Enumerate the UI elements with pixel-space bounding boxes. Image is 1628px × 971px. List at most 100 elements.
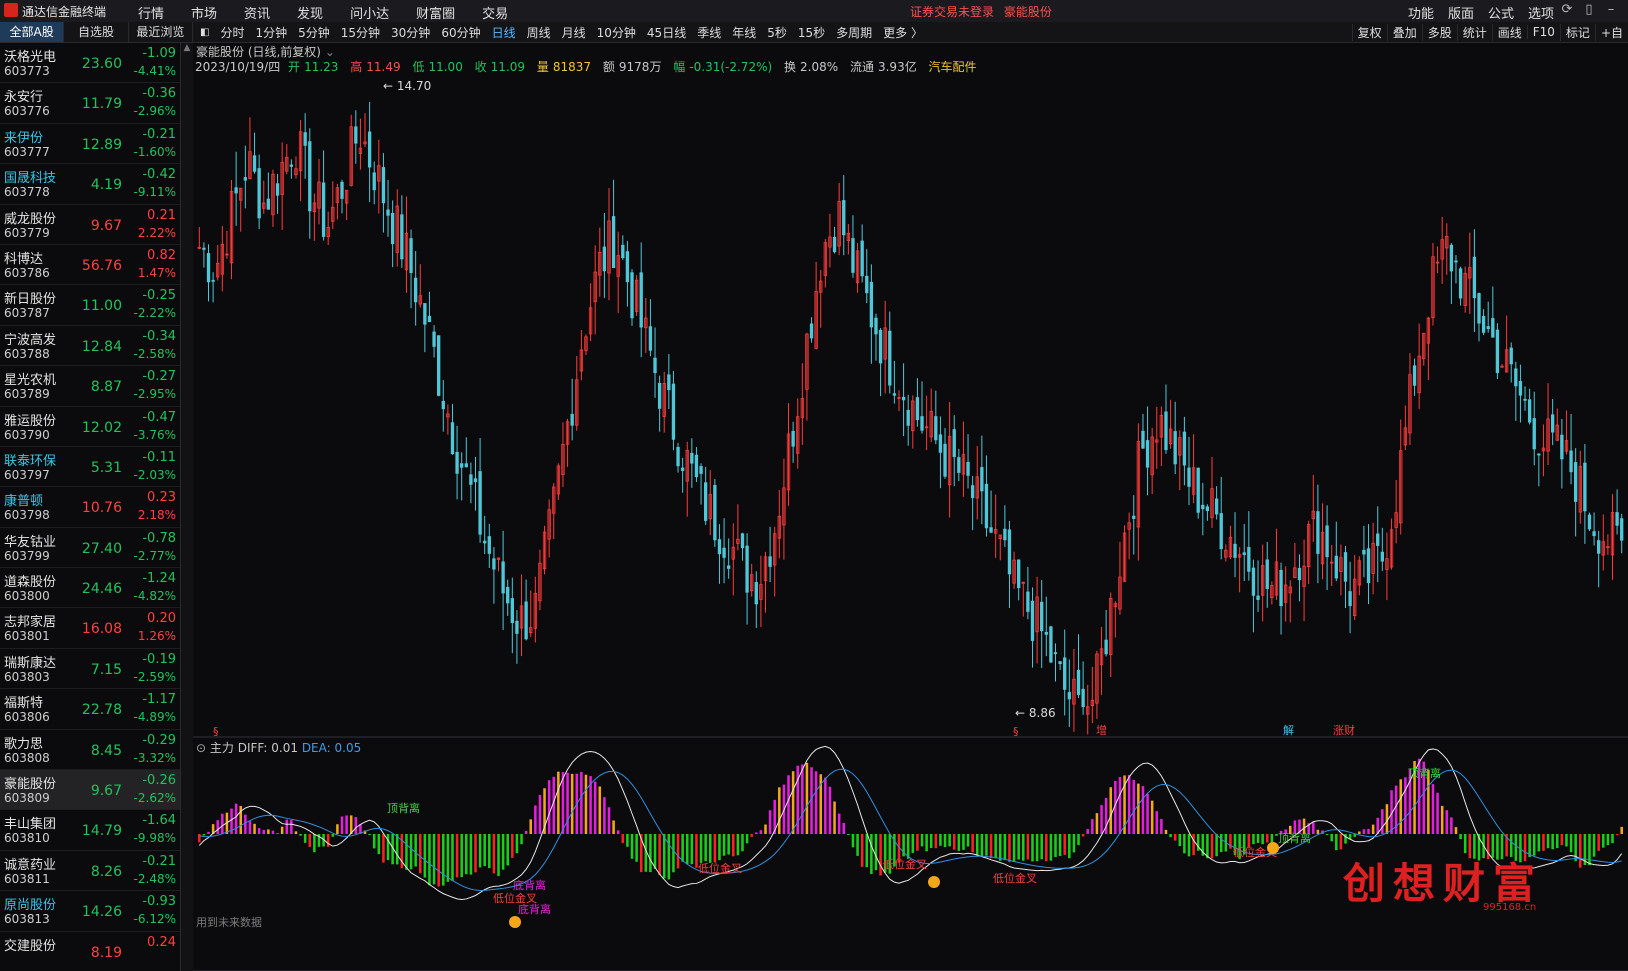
collapse-icon[interactable]: ⊙ (196, 741, 206, 755)
stock-row[interactable]: 来伊份 603777 12.89 -0.21 -1.60% (0, 124, 180, 165)
candle-body (1620, 518, 1624, 541)
dropdown-icon[interactable]: ⌄ (325, 45, 335, 59)
stock-row[interactable]: 瑞斯康达 603803 7.15 -0.19 -2.59% (0, 649, 180, 690)
stock-change: 0.21 (147, 207, 176, 223)
tool-adjust[interactable]: 复权 (1351, 23, 1387, 41)
period-weekly[interactable]: 周线 (527, 24, 551, 41)
candle-body (1348, 591, 1352, 607)
tab-watchlist[interactable]: 自选股 (64, 22, 129, 42)
phone-icon[interactable]: ▯ (1578, 2, 1600, 17)
stock-row[interactable]: 宁波高发 603788 12.84 -0.34 -2.58% (0, 326, 180, 367)
candle-body (464, 463, 468, 468)
stock-row[interactable]: 华友钴业 603799 27.40 -0.78 -2.77% (0, 528, 180, 569)
menu-options[interactable]: 选项 (1528, 3, 1554, 22)
stock-row[interactable]: 志邦家居 603801 16.08 0.20 1.26% (0, 608, 180, 649)
minimize-icon[interactable]: – (1600, 2, 1622, 17)
login-warning[interactable]: 证券交易未登录 豪能股份 (910, 3, 1052, 20)
menu-item-trade[interactable]: 交易 (482, 3, 508, 22)
candle-body (1366, 548, 1371, 584)
stock-row[interactable]: 诚意药业 603811 8.26 -0.21 -2.48% (0, 851, 180, 892)
event-marker: 增 (1096, 723, 1107, 737)
period-yearly[interactable]: 年线 (732, 24, 756, 41)
indicator-name[interactable]: 主力 (210, 741, 234, 755)
macd-bar (580, 771, 583, 834)
stock-row[interactable]: 国晟科技 603778 4.19 -0.42 -9.11% (0, 164, 180, 205)
candle-body (943, 443, 947, 477)
menu-item-news[interactable]: 资讯 (244, 3, 270, 22)
stock-row[interactable]: 豪能股份 603809 9.67 -0.26 -2.62% (0, 770, 180, 811)
menu-item-market-quotes[interactable]: 行情 (138, 3, 164, 22)
period-monthly[interactable]: 月线 (562, 24, 586, 41)
tool-statistics[interactable]: 统计 (1456, 23, 1492, 41)
tab-all-a-shares[interactable]: 全部A股 (0, 22, 65, 42)
industry-label[interactable]: 汽车配件 (929, 60, 977, 74)
candle-body (367, 131, 372, 168)
tool-mark[interactable]: 标记 (1559, 23, 1595, 41)
stock-row[interactable]: 科博达 603786 56.76 0.82 1.47% (0, 245, 180, 286)
period-intraday[interactable]: 分时 (220, 24, 244, 41)
stock-row[interactable]: 交建股份 8.19 0.24 (0, 932, 180, 971)
login-warning-text[interactable]: 证券交易未登录 (910, 5, 994, 19)
menu-item-wealth-circle[interactable]: 财富圈 (416, 3, 455, 22)
tool-draw-line[interactable]: 画线 (1491, 23, 1527, 41)
menu-function[interactable]: 功能 (1408, 3, 1434, 22)
stock-row[interactable]: 联泰环保 603797 5.31 -0.11 -2.03% (0, 447, 180, 488)
candle-body (1173, 431, 1177, 465)
period-1min[interactable]: 1分钟 (255, 24, 287, 41)
stock-row[interactable]: 星光农机 603789 8.87 -0.27 -2.95% (0, 366, 180, 407)
menu-item-discover[interactable]: 发现 (297, 3, 323, 22)
period-quarterly[interactable]: 季线 (697, 24, 721, 41)
refresh-icon[interactable]: ⟳ (1556, 2, 1578, 17)
period-5min[interactable]: 5分钟 (298, 24, 330, 41)
close-value: 11.09 (490, 60, 526, 74)
stock-price: 12.02 (81, 419, 122, 436)
tab-recent[interactable]: 最近浏览 (129, 22, 193, 42)
macd-bar (290, 820, 293, 834)
tool-add-watch[interactable]: +自 (1594, 23, 1628, 41)
stock-row[interactable]: 康普顿 603798 10.76 0.23 2.18% (0, 487, 180, 528)
stock-row[interactable]: 沃格光电 603773 23.60 -1.09 -4.41% (0, 43, 180, 84)
stock-change-pct: -2.22% (133, 306, 176, 321)
stock-row[interactable]: 永安行 603776 11.79 -0.36 -2.96% (0, 83, 180, 124)
window-controls: ⟳ ▯ – (1556, 2, 1622, 17)
period-5sec[interactable]: 5秒 (767, 24, 787, 41)
tool-multi-stock[interactable]: 多股 (1421, 23, 1457, 41)
menu-formula[interactable]: 公式 (1488, 3, 1514, 22)
menu-item-ask[interactable]: 问小达 (350, 3, 389, 22)
stock-price: 7.15 (90, 661, 122, 678)
tool-overlay[interactable]: 叠加 (1386, 23, 1422, 41)
macd-bar (1132, 779, 1136, 834)
chart-canvas[interactable]: ← 14.70← 8.86§ § 增解涨财顶背离顶背离低位金叉底背离低位金叉 低位金叉… (193, 42, 1628, 971)
stock-row[interactable]: 丰山集团 603810 14.79 -1.64 -9.98% (0, 810, 180, 851)
period-daily[interactable]: 日线 (492, 24, 516, 41)
period-multi[interactable]: 多周期 (836, 24, 872, 41)
stock-row[interactable]: 新日股份 603787 11.00 -0.25 -2.22% (0, 285, 180, 326)
chart-area[interactable]: ← 14.70 ← 8.86 § § 增解涨财 顶背离 顶背离 低位金叉 底背离 低位金叉 低位金叉… (193, 42, 1628, 971)
stock-row[interactable]: 原尚股份 603813 14.26 -0.93 -6.12% (0, 891, 180, 932)
period-10min[interactable]: 10分钟 (597, 24, 636, 41)
period-15sec[interactable]: 15秒 (798, 24, 825, 41)
stock-row[interactable]: 雅运股份 603790 12.02 -0.47 -3.76% (0, 407, 180, 447)
stock-price: 8.45 (90, 742, 122, 759)
candle-body (506, 587, 510, 604)
period-60min[interactable]: 60分钟 (441, 24, 480, 41)
stock-row[interactable]: 福斯特 603806 22.78 -1.17 -4.89% (0, 689, 180, 730)
stock-row[interactable]: 道森股份 603800 24.46 -1.24 -4.82% (0, 568, 180, 609)
tool-f10[interactable]: F10 (1526, 25, 1560, 39)
candle-body (386, 209, 390, 216)
menu-layout[interactable]: 版面 (1448, 3, 1474, 22)
period-30min[interactable]: 30分钟 (391, 24, 430, 41)
period-45day[interactable]: 45日线 (647, 24, 686, 41)
period-more[interactable]: 更多 〉 (883, 24, 923, 41)
period-15min[interactable]: 15分钟 (341, 24, 380, 41)
stock-row[interactable]: 歌力思 603808 8.45 -0.29 -3.32% (0, 730, 180, 771)
sidebar-toggle-icon[interactable]: ◧ (200, 27, 209, 38)
menu-item-market[interactable]: 市场 (191, 3, 217, 22)
scroll-up-icon[interactable]: ▲ (181, 43, 193, 53)
stock-row[interactable]: 威龙股份 603779 9.67 0.21 2.22% (0, 205, 180, 245)
stock-price: 14.79 (81, 823, 122, 840)
stock-list-scrollbar[interactable]: ▲ (180, 43, 193, 971)
candle-body (1026, 591, 1030, 612)
macd-bar (547, 780, 551, 834)
dea-label: DEA: (301, 741, 331, 755)
